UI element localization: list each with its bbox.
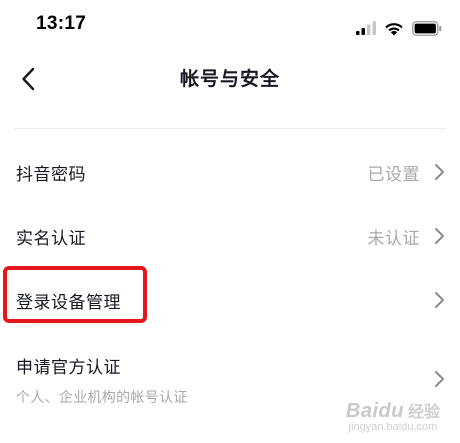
page-title: 帐号与安全 [179,68,280,90]
battery-icon [412,20,442,36]
nav-bar: 帐号与安全 [0,56,460,100]
highlight-box [3,266,147,323]
settings-item-subtitle: 个人、企业机构的帐号认证 [16,390,188,406]
chevron-right-icon [435,371,444,387]
cellular-signal-icon [356,21,376,35]
divider [14,128,446,129]
chevron-right-icon [435,292,444,308]
settings-item-label: 抖音密码 [16,165,86,185]
chevron-right-icon [435,228,444,244]
watermark-brand: Baidu [345,400,404,422]
watermark-brand-cn: 经验 [407,404,440,421]
settings-item-label: 申请官方认证 [16,358,121,378]
settings-item-value: 未认证 [367,229,420,249]
status-bar: 13:17 [0,0,460,56]
settings-item-real-name-verification[interactable]: 实名认证 未认证 [0,204,460,268]
watermark: Baidu 经验 jingyan.baidu.com [346,398,440,433]
watermark-url: jingyan.baidu.com [348,421,438,433]
settings-item-label: 实名认证 [16,229,86,249]
status-time: 13:17 [36,13,87,34]
settings-item-value: 已设置 [367,165,420,185]
settings-item-douyin-password[interactable]: 抖音密码 已设置 [0,140,460,204]
wifi-icon [385,22,403,35]
chevron-right-icon [435,164,444,180]
status-icons [356,18,442,38]
